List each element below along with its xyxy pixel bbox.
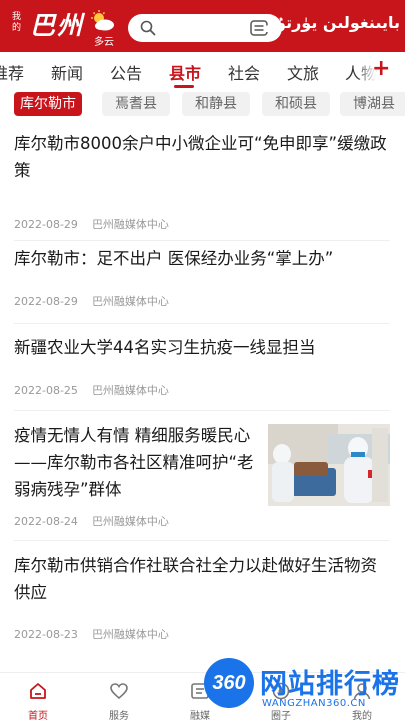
medical-workers-image <box>268 424 390 506</box>
nav-service[interactable]: 服务 <box>89 677 149 720</box>
news-title: 库尔勒市供销合作社联合社全力以赴做好生活物资供应 <box>14 556 377 602</box>
chip-korla[interactable]: 库尔勒市 <box>14 92 82 116</box>
channel-tabs: 推荐 新闻 公告 县市 社会 文旅 人物 + <box>0 52 405 88</box>
tab-news[interactable]: 新闻 <box>51 60 83 84</box>
news-meta: 2022-08-29 巴州融媒体中心 <box>14 293 169 309</box>
search-input[interactable] <box>128 14 282 42</box>
chip-heshuo[interactable]: 和硕县 <box>262 92 330 116</box>
partly-cloudy-icon <box>91 10 114 31</box>
logo-small-text: 我的 <box>12 12 22 33</box>
nav-home[interactable]: 首页 <box>8 677 68 720</box>
news-source: 巴州融媒体中心 <box>91 218 169 231</box>
news-title: 疫情无情人有情 精细服务暖民心 ——库尔勒市各社区精准呵护“老弱病残孕”群体 <box>14 426 254 499</box>
news-title: 库尔勒市：足不出户 医保经办业务“掌上办” <box>14 249 334 268</box>
watermark-badge: 360 <box>204 658 254 708</box>
home-icon <box>30 683 46 699</box>
tab-culture-tourism[interactable]: 文旅 <box>287 60 319 84</box>
county-chips: 库尔勒市 焉耆县 和静县 和硕县 博湖县 <box>0 88 405 120</box>
tab-society[interactable]: 社会 <box>228 60 260 84</box>
divider <box>14 540 390 541</box>
news-source: 巴州融媒体中心 <box>91 384 169 397</box>
weather-widget[interactable]: 多云 <box>88 10 118 48</box>
logo-title: 巴州 <box>30 11 85 40</box>
news-meta: 2022-08-24 巴州融媒体中心 <box>14 513 169 529</box>
watermark: 360 网站排行榜 WANGZHAN360.CN <box>200 658 405 720</box>
divider <box>14 410 390 411</box>
search-icon <box>140 20 156 36</box>
news-date: 2022-08-24 <box>14 515 78 528</box>
chip-bohu[interactable]: 博湖县 <box>340 92 405 116</box>
nav-home-label: 首页 <box>28 711 48 720</box>
divider <box>14 323 390 324</box>
tab-recommend[interactable]: 推荐 <box>0 60 24 84</box>
app-logo[interactable]: 我的 巴州 <box>12 9 92 43</box>
tab-notice[interactable]: 公告 <box>110 60 142 84</box>
chip-yanqi[interactable]: 焉耆县 <box>102 92 170 116</box>
tab-counties[interactable]: 县市 <box>169 60 201 84</box>
watermark-title: 网站排行榜 <box>260 669 400 700</box>
heart-icon <box>110 683 128 700</box>
news-date: 2022-08-29 <box>14 218 78 231</box>
news-title: 新疆农业大学44名实习生抗疫一线显担当 <box>14 338 316 357</box>
news-source: 巴州融媒体中心 <box>91 295 169 308</box>
news-source: 巴州融媒体中心 <box>91 515 169 528</box>
weather-text: 多云 <box>94 37 114 48</box>
plus-icon[interactable]: + <box>372 56 390 81</box>
news-meta: 2022-08-25 巴州融媒体中心 <box>14 382 169 398</box>
news-title: 库尔勒市8000余户中小微企业可“免申即享”缓缴政策 <box>14 134 387 180</box>
news-date: 2022-08-23 <box>14 628 78 641</box>
news-date: 2022-08-29 <box>14 295 78 308</box>
news-source: 巴州融媒体中心 <box>91 628 169 641</box>
news-meta: 2022-08-29 巴州融媒体中心 <box>14 216 169 232</box>
uyghur-app-title: بايىنغولىن يۈرتۇم <box>264 13 400 32</box>
divider <box>14 240 390 241</box>
chip-hejing[interactable]: 和静县 <box>182 92 250 116</box>
nav-service-label: 服务 <box>109 711 129 720</box>
news-meta: 2022-08-23 巴州融媒体中心 <box>14 626 169 642</box>
news-thumbnail[interactable] <box>268 424 390 506</box>
news-date: 2022-08-25 <box>14 384 78 397</box>
watermark-url: WANGZHAN360.CN <box>262 698 366 709</box>
app-header: 我的 巴州 多云 بايىنغولىن يۈرتۇم <box>0 0 405 52</box>
